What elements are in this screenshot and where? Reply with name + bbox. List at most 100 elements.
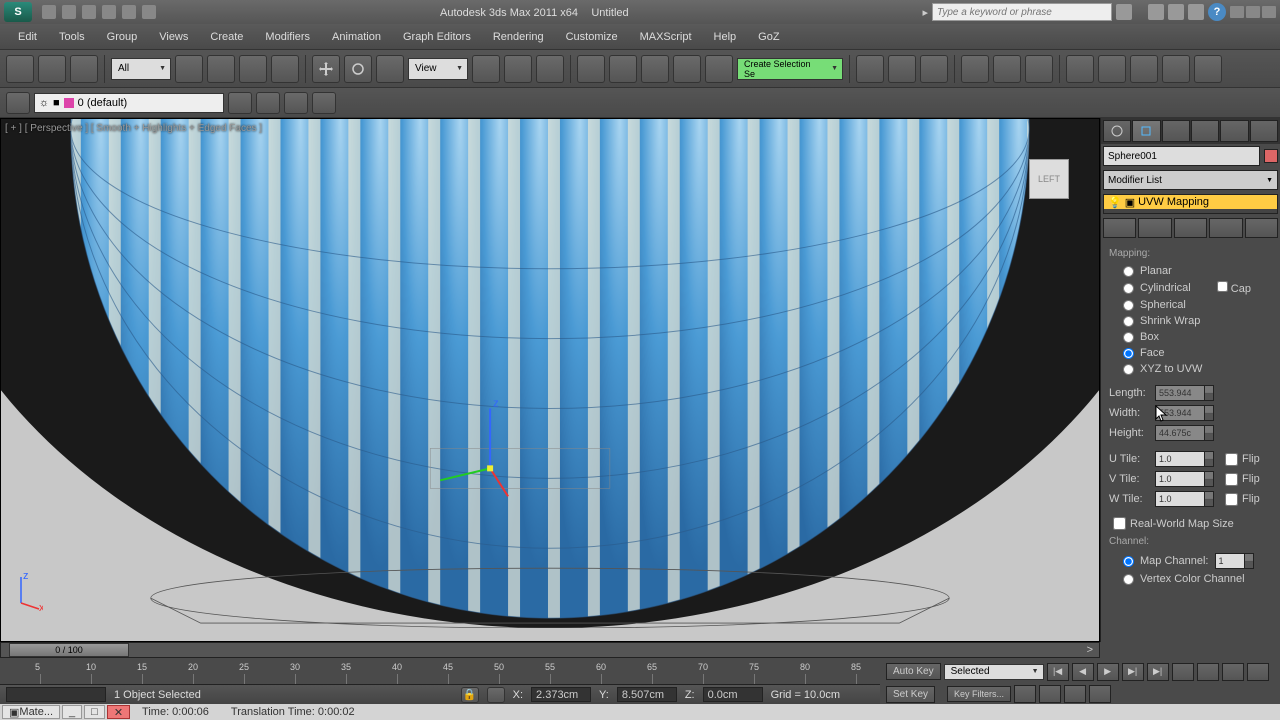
layer-hide-icon[interactable] — [312, 92, 336, 114]
menu-group[interactable]: Group — [97, 27, 148, 47]
vertexcolor-radio[interactable] — [1123, 574, 1134, 585]
mapchannel-radio[interactable] — [1123, 556, 1134, 567]
move-icon[interactable] — [312, 55, 340, 83]
y-input[interactable]: 8.507cm — [617, 687, 677, 702]
autokey-button[interactable]: Auto Key — [886, 663, 941, 680]
pivot-icon[interactable] — [472, 55, 500, 83]
cap-checkbox[interactable] — [1217, 281, 1228, 292]
realworld-checkbox[interactable] — [1113, 517, 1126, 530]
menu-maxscript[interactable]: MAXScript — [630, 27, 702, 47]
spinner-snap-icon[interactable] — [673, 55, 701, 83]
menu-tools[interactable]: Tools — [49, 27, 95, 47]
minimize-icon[interactable] — [1230, 6, 1244, 18]
task-btn-close[interactable]: ✕ — [107, 705, 130, 719]
snap-icon[interactable] — [577, 55, 605, 83]
layers-icon[interactable] — [920, 55, 948, 83]
mirror-icon[interactable] — [856, 55, 884, 83]
teapot-icon[interactable] — [1194, 55, 1222, 83]
vtile-spinner[interactable]: 1.0 — [1155, 471, 1205, 487]
angle-snap-icon[interactable] — [609, 55, 637, 83]
lock-icon[interactable]: 🔒 — [461, 687, 479, 703]
menu-rendering[interactable]: Rendering — [483, 27, 554, 47]
layer-new-icon[interactable] — [228, 92, 252, 114]
menu-customize[interactable]: Customize — [556, 27, 628, 47]
viewport[interactable]: [ + ] [ Perspective ] [ Smooth + Highlig… — [0, 118, 1100, 642]
fav-icon[interactable] — [1188, 4, 1204, 20]
material-editor-icon[interactable] — [1025, 55, 1053, 83]
nav8-icon[interactable] — [1089, 685, 1111, 703]
qat-more-icon[interactable] — [142, 5, 156, 19]
menu-create[interactable]: Create — [200, 27, 253, 47]
create-tab[interactable] — [1103, 120, 1131, 142]
manip-icon[interactable] — [504, 55, 532, 83]
help-icon[interactable]: ? — [1208, 3, 1226, 21]
modifier-list-dropdown[interactable]: Modifier List — [1103, 170, 1278, 190]
menu-animation[interactable]: Animation — [322, 27, 391, 47]
show-end-icon[interactable] — [1138, 218, 1171, 238]
maximize-icon[interactable] — [1246, 6, 1260, 18]
render-icon[interactable] — [1130, 55, 1158, 83]
height-spinner[interactable]: 44.675c — [1155, 425, 1205, 441]
slider-thumb[interactable]: 0 / 100 — [9, 643, 129, 657]
vtile-flip-checkbox[interactable] — [1225, 473, 1238, 486]
percent-snap-icon[interactable] — [641, 55, 669, 83]
object-color-swatch[interactable] — [1264, 149, 1278, 163]
keymode-icon[interactable] — [536, 55, 564, 83]
curve-editor-icon[interactable] — [961, 55, 989, 83]
goto-end-icon[interactable]: ▶| — [1147, 663, 1169, 681]
menu-help[interactable]: Help — [704, 27, 747, 47]
modifier-stack[interactable]: 💡▣UVW Mapping — [1103, 194, 1278, 214]
nav7-icon[interactable] — [1064, 685, 1086, 703]
render-frame-icon[interactable] — [1098, 55, 1126, 83]
select-window-icon[interactable] — [271, 55, 299, 83]
bind-icon[interactable] — [70, 55, 98, 83]
length-spinner[interactable]: 553.944 — [1155, 385, 1205, 401]
utile-flip-checkbox[interactable] — [1225, 453, 1238, 466]
layer-sel-icon[interactable] — [284, 92, 308, 114]
viewcube[interactable]: LEFT — [1029, 159, 1069, 199]
qat-open-icon[interactable] — [62, 5, 76, 19]
task-btn-max[interactable]: □ — [84, 705, 105, 719]
z-input[interactable]: 0.0cm — [703, 687, 763, 702]
mapchannel-spinner[interactable]: 1 — [1215, 553, 1245, 569]
pin-stack-icon[interactable] — [1103, 218, 1136, 238]
comm-icon[interactable] — [1148, 4, 1164, 20]
scale-icon[interactable] — [376, 55, 404, 83]
modify-tab[interactable] — [1132, 120, 1160, 142]
maptype-spherical-radio[interactable] — [1123, 300, 1134, 311]
menu-goz[interactable]: GoZ — [748, 27, 789, 47]
remove-icon[interactable] — [1209, 218, 1242, 238]
schematic-icon[interactable] — [993, 55, 1021, 83]
qat-save-icon[interactable] — [82, 5, 96, 19]
close-icon[interactable] — [1262, 6, 1276, 18]
nav1-icon[interactable] — [1172, 663, 1194, 681]
named-selset-dropdown[interactable]: Create Selection Se — [737, 58, 843, 80]
time-slider[interactable]: 0 / 100 > — [0, 642, 1100, 658]
play-icon[interactable]: ▶ — [1097, 663, 1119, 681]
nav2-icon[interactable] — [1197, 663, 1219, 681]
x-input[interactable]: 2.373cm — [531, 687, 591, 702]
render-prod-icon[interactable] — [1162, 55, 1190, 83]
viewport-label[interactable]: [ + ] [ Perspective ] [ Smooth + Highlig… — [5, 123, 262, 134]
maptype-cylindrical-radio[interactable] — [1123, 283, 1134, 294]
menu-views[interactable]: Views — [149, 27, 198, 47]
wtile-spinner[interactable]: 1.0 — [1155, 491, 1205, 507]
maptype-face-radio[interactable] — [1123, 348, 1134, 359]
keymode-dropdown[interactable]: Selected — [944, 664, 1044, 680]
layer-manager-icon[interactable] — [6, 92, 30, 114]
hierarchy-tab[interactable] — [1162, 120, 1190, 142]
abs-icon[interactable] — [487, 687, 505, 703]
goto-start-icon[interactable]: |◀ — [1047, 663, 1069, 681]
utilities-tab[interactable] — [1250, 120, 1278, 142]
layer-dropdown[interactable]: ☼■ 0 (default) — [34, 93, 224, 113]
app-icon[interactable]: S — [4, 2, 32, 22]
maptype-box-radio[interactable] — [1123, 332, 1134, 343]
object-name-input[interactable]: Sphere001 — [1103, 146, 1260, 166]
search-go-icon[interactable] — [1116, 4, 1132, 20]
search-input[interactable] — [932, 3, 1112, 21]
unique-icon[interactable] — [1174, 218, 1207, 238]
display-tab[interactable] — [1220, 120, 1248, 142]
modifier-uvw-mapping[interactable]: 💡▣UVW Mapping — [1104, 195, 1277, 209]
qat-undo-icon[interactable] — [102, 5, 116, 19]
nav5-icon[interactable] — [1014, 685, 1036, 703]
